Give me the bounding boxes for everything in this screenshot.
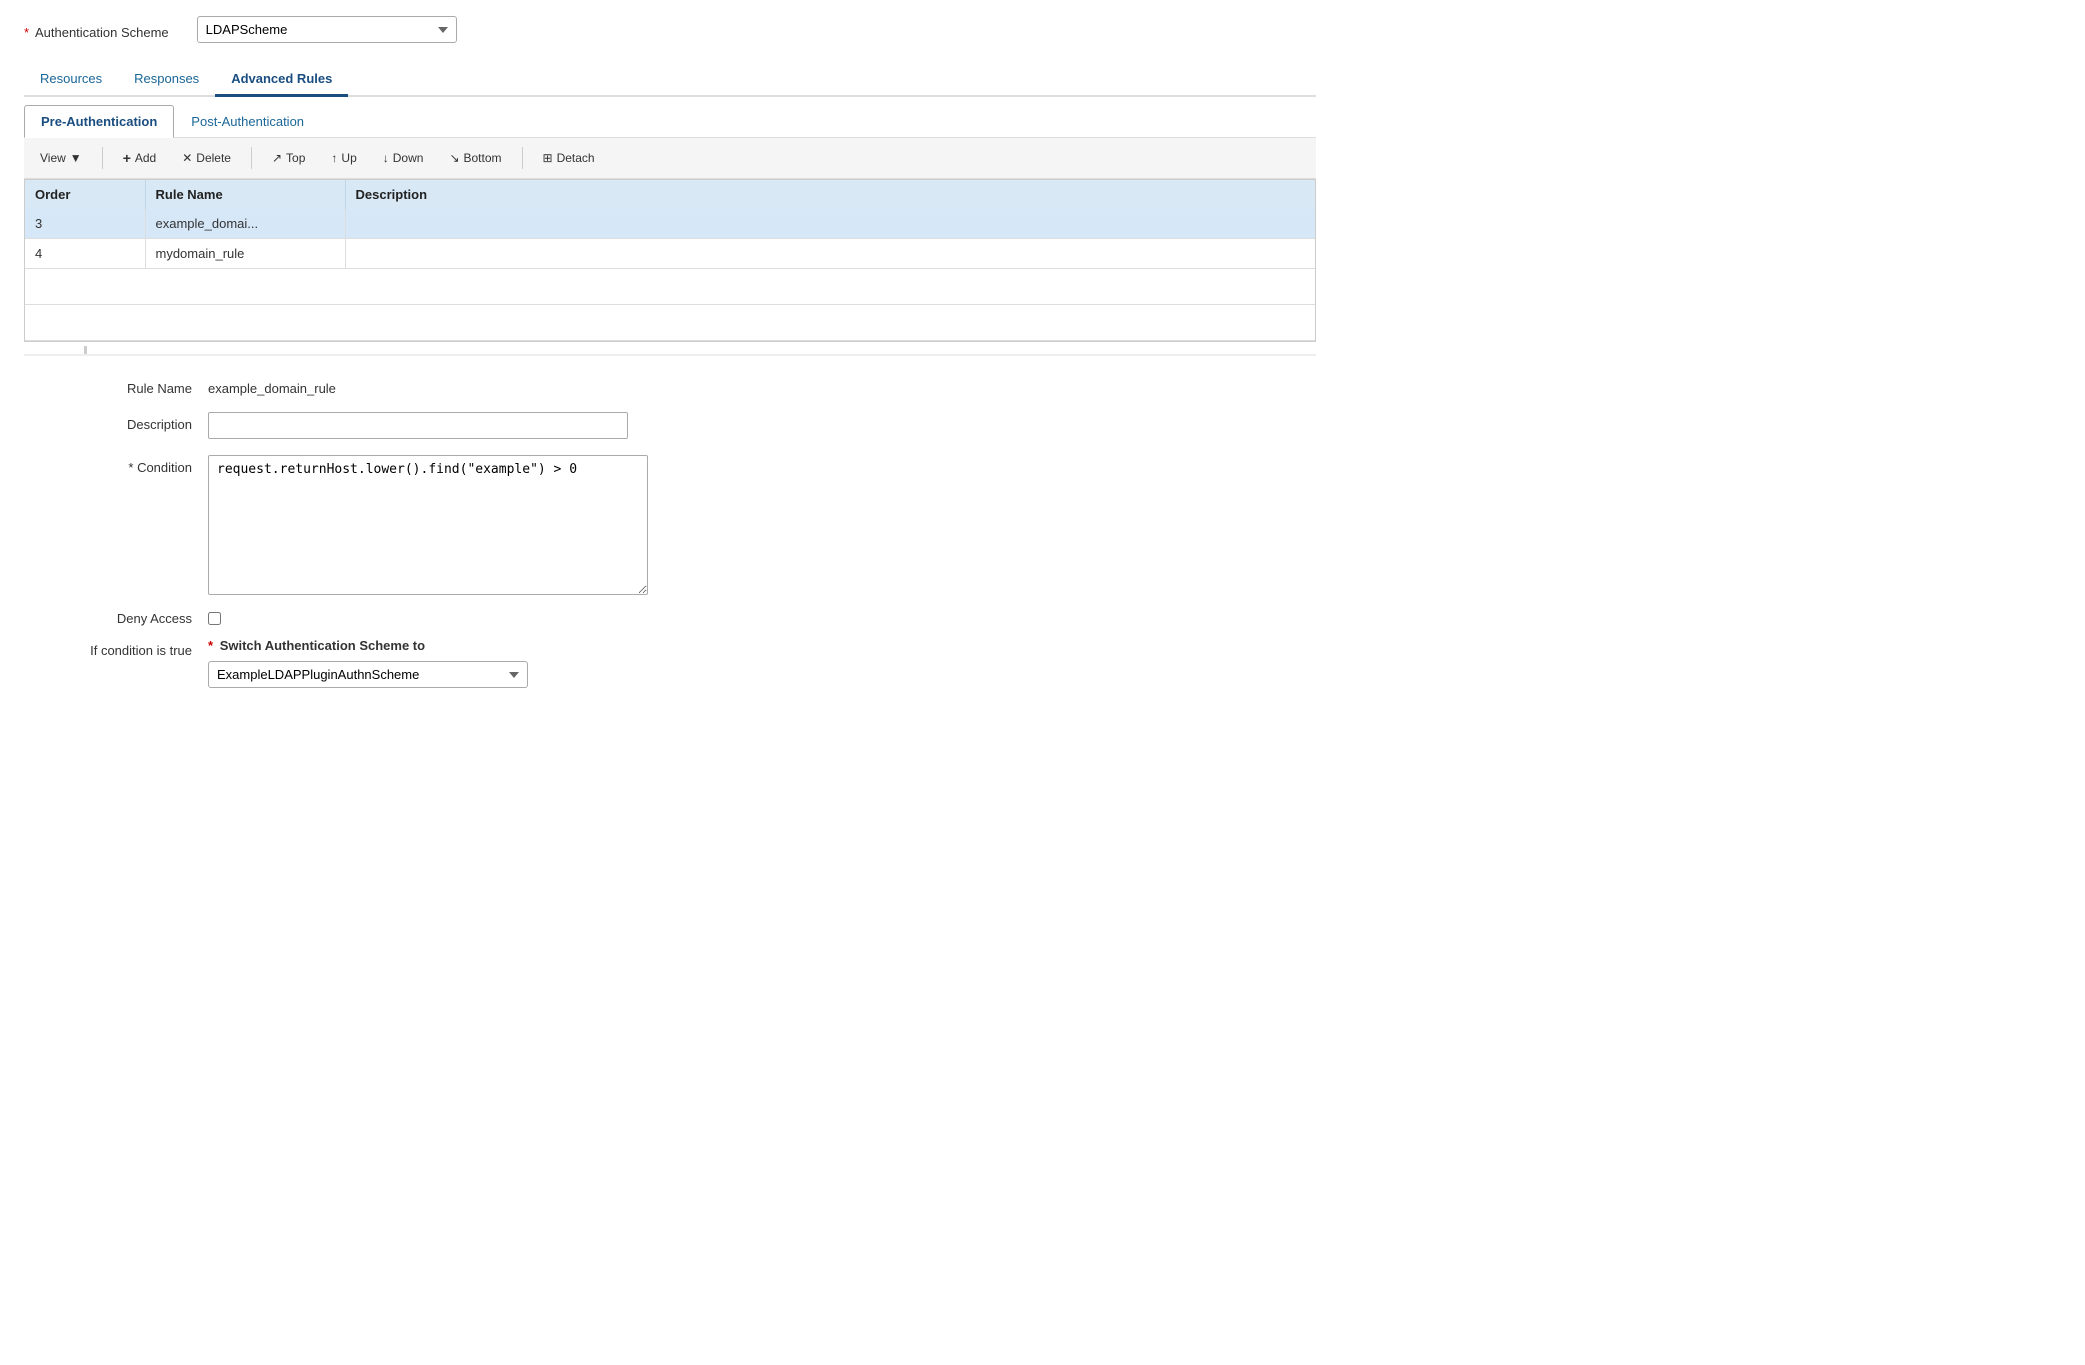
cell-order-1: 3 [25,209,145,239]
rules-table: Order Rule Name Description 3 example_do… [25,180,1315,341]
dropdown-arrow-icon: ▼ [70,151,82,165]
detach-button[interactable]: ⊞ Detach [533,147,605,169]
switch-scheme-required-star: * [208,638,213,653]
condition-label: * Condition [48,455,208,475]
condition-row: * Condition [48,455,1292,595]
tab-advanced-rules[interactable]: Advanced Rules [215,63,348,97]
condition-textarea[interactable] [208,455,648,595]
table-empty-row-2 [25,305,1315,341]
top-label: Top [286,151,305,165]
toolbar-separator-3 [522,147,523,169]
up-label: Up [341,151,356,165]
description-label: Description [48,412,208,432]
table-row[interactable]: 3 example_domai... [25,209,1315,239]
top-button[interactable]: ↗ Top [262,147,315,169]
table-empty-row-1 [25,269,1315,305]
sub-tabs: Pre-Authentication Post-Authentication [24,105,1316,138]
view-label: View [40,151,66,165]
bottom-label: Bottom [464,151,502,165]
tab-responses[interactable]: Responses [118,63,215,97]
auth-scheme-label: * Authentication Scheme [24,20,185,40]
up-arrow-icon: ↑ [331,151,337,165]
toolbar: View ▼ + Add ✕ Delete ↗ Top ↑ Up ↓ Down … [24,138,1316,179]
delete-label: Delete [196,151,231,165]
deny-access-label: Deny Access [48,611,208,626]
deny-access-inner [208,612,221,625]
col-order: Order [25,180,145,209]
cell-order-2: 4 [25,239,145,269]
toolbar-separator-1 [102,147,103,169]
plus-icon: + [123,150,131,166]
up-button[interactable]: ↑ Up [321,147,366,169]
rule-name-row: Rule Name example_domain_rule [48,376,1292,396]
top-arrow-icon: ↗ [272,151,282,165]
view-button[interactable]: View ▼ [30,147,92,169]
if-condition-body: * Switch Authentication Scheme to Exampl… [208,638,528,688]
cell-description-2 [345,239,1315,269]
cell-rule-name-1: example_domai... [145,209,345,239]
deny-access-checkbox[interactable] [208,612,221,625]
col-rule-name: Rule Name [145,180,345,209]
table-header-row: Order Rule Name Description [25,180,1315,209]
condition-required-star: * [128,460,133,475]
add-label: Add [135,151,156,165]
top-tabs: Resources Responses Advanced Rules [24,63,1316,97]
delete-button[interactable]: ✕ Delete [172,147,241,169]
if-condition-label: If condition is true [48,638,208,658]
down-arrow-icon: ↓ [383,151,389,165]
description-input[interactable] [208,412,628,439]
detail-panel: Rule Name example_domain_rule Descriptio… [24,354,1316,724]
tab-resources[interactable]: Resources [24,63,118,97]
down-label: Down [393,151,424,165]
switch-scheme-label: * Switch Authentication Scheme to [208,638,528,653]
rules-table-container: Order Rule Name Description 3 example_do… [24,179,1316,342]
deny-access-row: Deny Access [48,611,1292,626]
table-row[interactable]: 4 mydomain_rule [25,239,1315,269]
if-condition-row: If condition is true * Switch Authentica… [48,638,1292,688]
auth-scheme-select[interactable]: LDAPScheme [197,16,457,43]
add-button[interactable]: + Add [113,146,167,170]
cell-description-1 [345,209,1315,239]
description-row: Description [48,412,1292,439]
rule-name-label: Rule Name [48,376,208,396]
sub-tab-pre-authentication[interactable]: Pre-Authentication [24,105,174,138]
bottom-button[interactable]: ↘ Bottom [439,147,511,169]
rule-name-value: example_domain_rule [208,376,336,396]
col-description: Description [345,180,1315,209]
detach-label: Detach [557,151,595,165]
x-icon: ✕ [182,151,192,165]
toolbar-separator-2 [251,147,252,169]
sub-tab-post-authentication[interactable]: Post-Authentication [174,105,321,137]
required-star: * [24,25,29,40]
down-button[interactable]: ↓ Down [373,147,434,169]
switch-scheme-select[interactable]: ExampleLDAPPluginAuthnScheme [208,661,528,688]
detach-icon: ⊞ [543,151,553,165]
bottom-arrow-icon: ↘ [449,151,459,165]
cell-rule-name-2: mydomain_rule [145,239,345,269]
